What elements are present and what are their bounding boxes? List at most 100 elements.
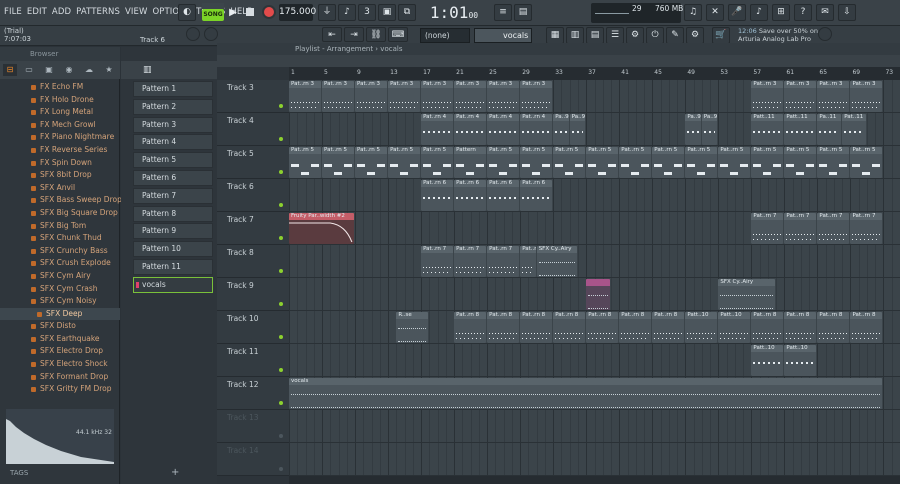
song-position-display[interactable]: 1:0100 <box>418 2 490 24</box>
timeline-ruler[interactable]: 1 5 9 13 17 21 25 29 33 37 41 45 49 53 57 61 65 69 73 <box>289 67 900 80</box>
pattern-clip[interactable]: Pa..11 <box>817 114 842 145</box>
audio-clip[interactable]: R..se <box>396 312 429 343</box>
track-mute-led[interactable] <box>279 137 283 141</box>
pattern-clip[interactable]: Pat..rn 3 <box>289 81 322 112</box>
browser-item[interactable]: FX Long Metal <box>0 106 120 119</box>
pattern-clip[interactable]: Pat..rn 5 <box>289 147 322 178</box>
record-button[interactable] <box>262 5 276 19</box>
browser-item[interactable]: SFX Chunk Thud <box>0 232 120 245</box>
pattern-clip[interactable]: Pat..rn 3 <box>850 81 883 112</box>
pattern-item[interactable]: Pattern 9 <box>132 222 215 240</box>
pattern-clip[interactable]: Pat..rn 4 <box>520 114 553 145</box>
keyboard-icon[interactable]: ⌨ <box>388 27 408 42</box>
piano-icon[interactable]: ▥ <box>143 65 152 75</box>
browser-icon[interactable]: ▤ <box>586 27 604 44</box>
playlist-icon[interactable]: ♫ <box>684 4 702 21</box>
track-header[interactable]: Track 6 <box>217 179 289 212</box>
pattern-clip[interactable]: Pat..rn 3 <box>784 81 817 112</box>
pattern-icon[interactable]: ▤ <box>514 4 532 21</box>
track-header[interactable]: Track 14 <box>217 443 289 476</box>
pattern-clip[interactable]: Pat..rn 8 <box>652 312 685 343</box>
browser-item[interactable]: SFX Earthquake <box>0 333 120 346</box>
browser-item[interactable]: SFX 8bit Drop <box>0 169 120 182</box>
pattern-clip[interactable]: Pat..rn 5 <box>784 147 817 178</box>
pattern-clip[interactable]: Pat..rn 4 <box>454 114 487 145</box>
pattern-item[interactable]: Pattern 2 <box>132 98 215 116</box>
browser-item[interactable]: SFX Cym Crash <box>0 283 120 296</box>
pattern-clip[interactable]: Pat..rn 5 <box>619 147 652 178</box>
pattern-clip[interactable]: Pat..rn 5 <box>751 147 784 178</box>
track-mute-led[interactable] <box>279 302 283 306</box>
link-icon[interactable]: ⛓ <box>366 27 386 42</box>
pattern-clip[interactable]: Pa..9 <box>569 114 586 145</box>
pattern-item[interactable]: vocals <box>132 276 215 294</box>
menu-patterns[interactable]: PATTERNS <box>76 7 120 17</box>
pattern-item[interactable]: Pattern 1 <box>132 80 215 98</box>
pattern-item[interactable]: Pattern 5 <box>132 151 215 169</box>
pattern-clip[interactable]: Pa..9 <box>553 114 569 145</box>
help-icon[interactable]: ? <box>794 4 812 21</box>
track-mute-led[interactable] <box>279 203 283 207</box>
track-lane[interactable] <box>289 410 900 443</box>
pattern-clip[interactable]: Patt..10 <box>718 312 751 343</box>
browser-item[interactable]: SFX Deep <box>0 307 120 321</box>
tags-label[interactable]: TAGS <box>10 469 28 477</box>
pattern-clip[interactable]: Pa..9 <box>685 114 701 145</box>
browser-item[interactable]: SFX Bass Sweep Drop <box>0 194 122 207</box>
snap-right-icon[interactable]: ⇥ <box>344 27 364 42</box>
menu-view[interactable]: VIEW <box>125 7 148 17</box>
track-mute-led[interactable] <box>279 467 283 471</box>
automation-clip[interactable]: Fruity Par..width #2 <box>289 213 355 244</box>
pattern-clip[interactable]: Patt..10 <box>751 345 784 376</box>
track-mute-led[interactable] <box>279 170 283 174</box>
pattern-clip[interactable]: Pat..rn 5 <box>553 147 586 178</box>
pattern-clip[interactable]: Pat..rn 6 <box>454 180 487 211</box>
track-mute-led[interactable] <box>279 335 283 339</box>
snap-left-icon[interactable]: ⇤ <box>322 27 342 42</box>
track-header[interactable]: Track 8 <box>217 245 289 278</box>
browser-item[interactable]: SFX Anvil <box>0 182 120 195</box>
pattern-clip[interactable]: Pat..rn 5 <box>652 147 685 178</box>
track-lane[interactable] <box>289 443 900 476</box>
master-pitch-knob[interactable] <box>204 27 218 41</box>
chat-icon[interactable]: ✉ <box>816 4 834 21</box>
pattern-clip[interactable]: Pat..rn 8 <box>586 312 619 343</box>
song-mode-toggle[interactable]: SONG <box>202 9 224 21</box>
browser-item[interactable]: FX Spin Down <box>0 157 120 170</box>
track-header[interactable]: Track 12 <box>217 377 289 410</box>
files-icon[interactable]: ▭ <box>22 64 36 76</box>
pattern-clip[interactable]: Pat..rn 4 <box>487 114 520 145</box>
track-header[interactable]: Track 13 <box>217 410 289 443</box>
microphone-icon[interactable]: 🎤 <box>728 4 746 21</box>
piano-roll-icon[interactable]: ▥ <box>566 27 584 44</box>
pattern-clip[interactable]: Pat..rn 5 <box>487 147 520 178</box>
pattern-clip[interactable]: Pat..rn 7 <box>487 246 520 277</box>
pattern-clip[interactable]: Pat..rn 3 <box>421 81 454 112</box>
wait-input-icon[interactable]: ♪ <box>338 4 356 21</box>
stop-button[interactable] <box>243 4 257 21</box>
add-pattern-icon[interactable]: + <box>171 467 179 478</box>
pattern-clip[interactable]: Pat..rn 6 <box>421 180 454 211</box>
pattern-item[interactable]: Pattern 3 <box>132 116 215 134</box>
menu-file[interactable]: FILE <box>4 7 22 17</box>
pattern-clip[interactable]: Pat..rn 4 <box>421 114 454 145</box>
browser-item[interactable]: SFX Disto <box>0 320 120 333</box>
track-header[interactable]: Track 11 <box>217 344 289 377</box>
track-lane[interactable] <box>289 245 900 278</box>
blend-notes-icon[interactable]: ⧉ <box>398 4 416 21</box>
cart-icon[interactable]: 🛒 <box>712 27 730 44</box>
browser-item[interactable]: FX Mech Growl <box>0 119 120 132</box>
track-header[interactable]: Track 7 <box>217 212 289 245</box>
pattern-clip[interactable]: Pat..rn 3 <box>322 81 355 112</box>
pattern-clip[interactable]: Pat..rn 7 <box>454 246 487 277</box>
pattern-item[interactable]: Pattern 11 <box>132 258 215 276</box>
browser-item[interactable]: SFX Crush Explode <box>0 257 120 270</box>
master-volume-knob[interactable] <box>186 27 200 41</box>
browser-item[interactable]: SFX Electro Shock <box>0 358 120 371</box>
star-icon[interactable]: ★ <box>102 64 116 76</box>
track-header[interactable]: Track 5 <box>217 146 289 179</box>
pin-icon[interactable]: ✎ <box>666 27 684 44</box>
menu-add[interactable]: ADD <box>52 7 71 17</box>
pattern-clip[interactable]: Pat..rn 5 <box>421 147 454 178</box>
play-button[interactable]: ▶ <box>226 4 240 21</box>
